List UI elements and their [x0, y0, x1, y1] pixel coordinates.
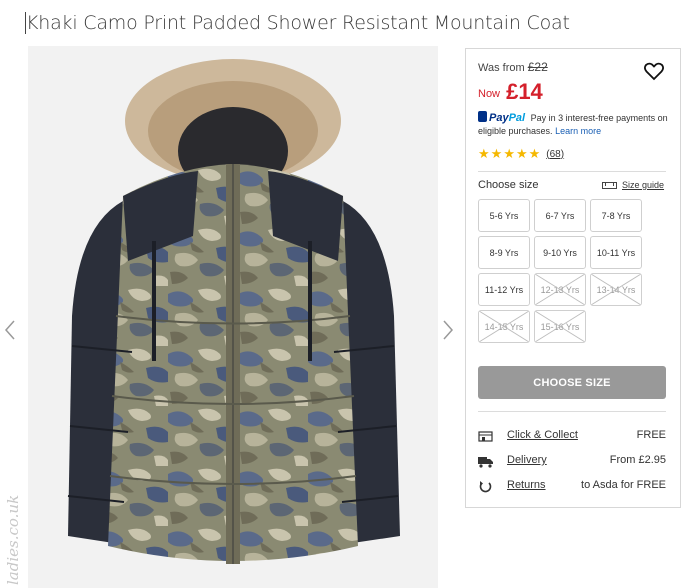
learn-more-link[interactable]: Learn more	[555, 126, 601, 136]
size-guide-link[interactable]: Size guide	[602, 180, 664, 190]
delivery-row: Delivery From £2.95	[478, 454, 666, 470]
delivery-link[interactable]: Delivery	[507, 454, 547, 466]
watermark-text: ladies.co.uk	[4, 494, 22, 585]
paypal-p-icon	[478, 111, 487, 122]
was-label: Was from	[478, 62, 525, 74]
divider	[478, 411, 666, 412]
size-option-button[interactable]: 7-8 Yrs	[590, 199, 642, 232]
star-icon: ★	[490, 146, 503, 161]
choose-size-button[interactable]: CHOOSE SIZE	[478, 366, 666, 399]
size-option-button[interactable]: 8-9 Yrs	[478, 236, 530, 269]
returns-icon	[479, 481, 492, 493]
next-image-arrow-icon[interactable]	[440, 318, 456, 342]
size-option-label: 6-7 Yrs	[545, 210, 575, 221]
was-price: £22	[527, 60, 548, 74]
unavailable-cross-icon	[535, 274, 585, 305]
click-collect-value: FREE	[636, 429, 666, 441]
returns-link[interactable]: Returns	[507, 479, 546, 491]
unavailable-cross-icon	[479, 311, 529, 342]
size-option-button: 14-15 Yrs	[478, 310, 530, 343]
now-price-line: Now £14	[478, 77, 543, 104]
star-icon: ★	[503, 146, 515, 161]
returns-value: to Asda for FREE	[581, 479, 666, 491]
size-option-label: 11-12 Yrs	[484, 284, 524, 295]
size-option-button[interactable]: 11-12 Yrs	[478, 273, 530, 306]
product-image[interactable]	[28, 46, 438, 588]
review-count[interactable]: (68)	[546, 149, 564, 160]
size-option-label: 10-11 Yrs	[596, 247, 636, 258]
returns-row: Returns to Asda for FREE	[478, 479, 666, 495]
size-option-label: 7-8 Yrs	[601, 210, 631, 221]
star-icon: ★	[478, 146, 490, 161]
unavailable-cross-icon	[591, 274, 641, 305]
wishlist-heart-icon[interactable]	[642, 59, 666, 83]
size-option-button[interactable]: 9-10 Yrs	[534, 236, 586, 269]
size-option-button[interactable]: 5-6 Yrs	[478, 199, 530, 232]
store-icon	[478, 431, 493, 442]
product-title: Khaki Camo Print Padded Shower Resistant…	[26, 12, 570, 34]
delivery-value: From £2.95	[609, 454, 666, 466]
rating-stars[interactable]: ★ ★ ★ ★ ★ (68)	[478, 147, 564, 161]
size-option-label: 9-10 Yrs	[543, 247, 577, 258]
size-option-label: 8-9 Yrs	[489, 247, 519, 258]
now-price: £14	[506, 79, 543, 104]
unavailable-cross-icon	[535, 311, 585, 342]
previous-image-arrow-icon[interactable]	[2, 318, 18, 342]
size-option-button[interactable]: 10-11 Yrs	[590, 236, 642, 269]
size-option-button: 12-13 Yrs	[534, 273, 586, 306]
size-option-button: 13-14 Yrs	[590, 273, 642, 306]
purchase-panel: Was from £22 Now £14 PayPal Pay in 3 int…	[465, 48, 681, 508]
size-option-button: 15-16 Yrs	[534, 310, 586, 343]
click-collect-link[interactable]: Click & Collect	[507, 429, 578, 441]
paypal-message: PayPal Pay in 3 interest-free payments o…	[478, 111, 674, 138]
paypal-logo: PayPal	[478, 111, 525, 124]
star-icon: ★	[528, 146, 541, 161]
star-icon: ★	[515, 146, 528, 161]
choose-size-label: Choose size	[478, 179, 539, 191]
truck-icon	[478, 457, 493, 468]
divider	[478, 171, 666, 172]
size-option-button[interactable]: 6-7 Yrs	[534, 199, 586, 232]
now-label: Now	[478, 88, 501, 100]
was-price-line: Was from £22	[478, 60, 548, 74]
ruler-icon	[602, 181, 617, 189]
size-option-label: 5-6 Yrs	[489, 210, 519, 221]
coat-illustration	[67, 59, 400, 564]
click-collect-row: Click & Collect FREE	[478, 429, 666, 445]
